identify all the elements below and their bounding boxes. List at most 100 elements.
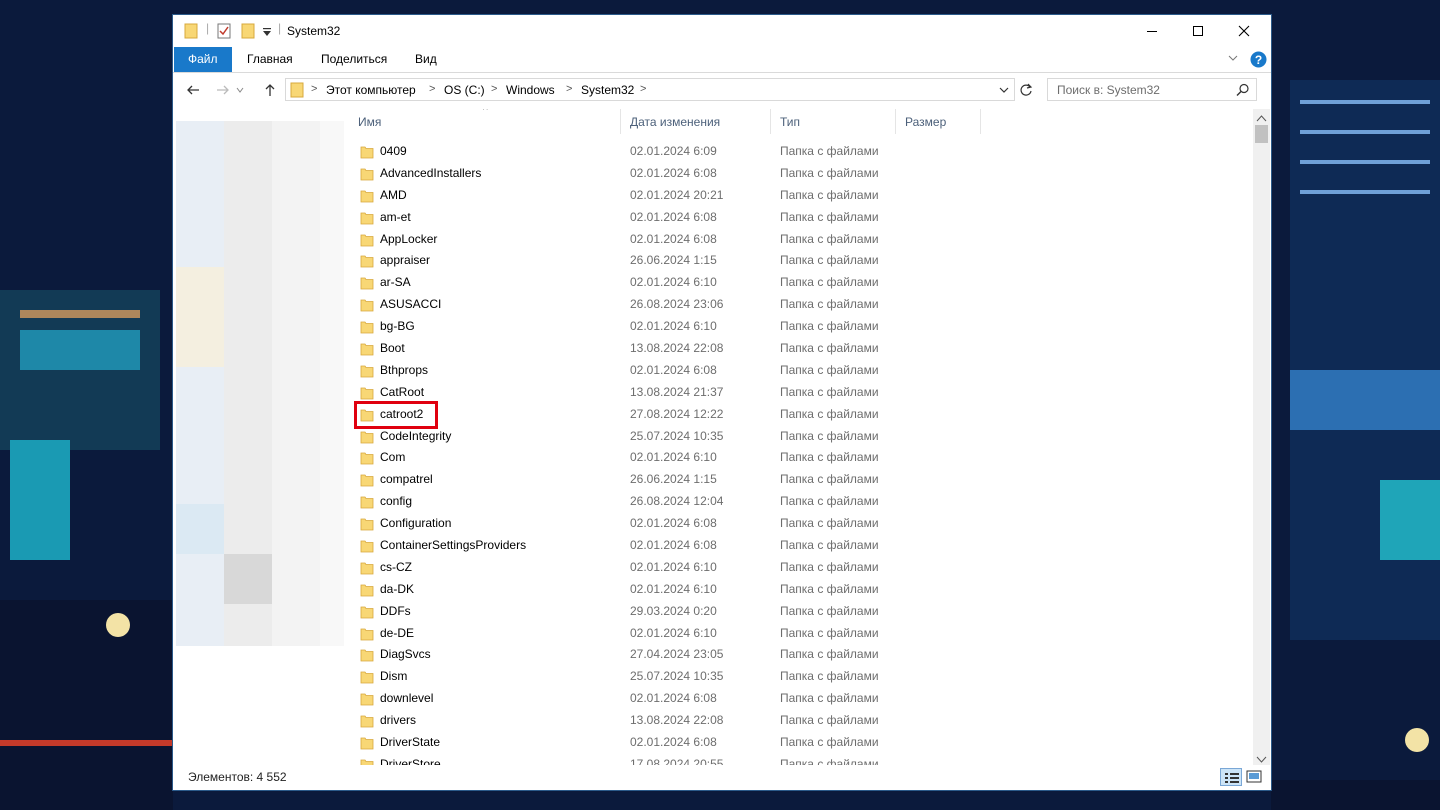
table-row[interactable]: DiagSvcs 27.04.2024 23:05 Папка с файлами bbox=[348, 644, 1253, 666]
breadcrumb-system32[interactable]: System32 bbox=[581, 83, 634, 97]
maximize-button[interactable] bbox=[1175, 15, 1221, 47]
breadcrumb-os-c[interactable]: OS (C:) bbox=[444, 83, 485, 97]
table-row[interactable]: catroot2 27.08.2024 12:22 Папка с файлами bbox=[348, 404, 1253, 426]
breadcrumb-windows[interactable]: Windows bbox=[506, 83, 555, 97]
file-name[interactable]: drivers bbox=[380, 713, 416, 727]
breadcrumb-chevron-icon[interactable]: > bbox=[311, 83, 317, 95]
file-name[interactable]: AdvancedInstallers bbox=[380, 166, 481, 180]
breadcrumb-chevron-icon[interactable]: > bbox=[429, 83, 435, 95]
column-date-modified[interactable]: Дата изменения bbox=[620, 109, 770, 134]
file-name[interactable]: 0409 bbox=[380, 144, 407, 158]
file-name[interactable]: DriverState bbox=[380, 735, 440, 749]
scroll-up-icon[interactable] bbox=[1256, 111, 1267, 125]
file-name[interactable]: CatRoot bbox=[380, 385, 424, 399]
table-row[interactable]: DDFs 29.03.2024 0:20 Папка с файлами bbox=[348, 601, 1253, 623]
table-row[interactable]: compatrel 26.06.2024 1:15 Папка с файлами bbox=[348, 469, 1253, 491]
minimize-button[interactable] bbox=[1129, 15, 1175, 47]
file-name[interactable]: DDFs bbox=[380, 604, 411, 618]
file-name[interactable]: CodeIntegrity bbox=[380, 429, 451, 443]
table-row[interactable]: Dism 25.07.2024 10:35 Папка с файлами bbox=[348, 666, 1253, 688]
breadcrumb-chevron-icon[interactable]: > bbox=[566, 83, 572, 95]
refresh-icon[interactable] bbox=[1019, 83, 1033, 100]
address-dropdown-icon[interactable] bbox=[998, 84, 1010, 99]
scrollbar-thumb[interactable] bbox=[1255, 125, 1268, 143]
file-name[interactable]: am-et bbox=[380, 210, 411, 224]
properties-icon[interactable] bbox=[217, 23, 231, 42]
help-icon[interactable]: ? bbox=[1250, 51, 1267, 71]
table-row[interactable]: bg-BG 02.01.2024 6:10 Папка с файлами bbox=[348, 316, 1253, 338]
file-name[interactable]: cs-CZ bbox=[380, 560, 412, 574]
table-row[interactable]: de-DE 02.01.2024 6:10 Папка с файлами bbox=[348, 623, 1253, 645]
folder-icon bbox=[360, 167, 374, 184]
recent-locations-icon[interactable] bbox=[233, 80, 247, 100]
details-view-button[interactable] bbox=[1220, 768, 1242, 786]
table-row[interactable]: downlevel 02.01.2024 6:08 Папка с файлами bbox=[348, 688, 1253, 710]
file-name[interactable]: Dism bbox=[380, 669, 407, 683]
table-row[interactable]: Com 02.01.2024 6:10 Папка с файлами bbox=[348, 447, 1253, 469]
file-name[interactable]: DiagSvcs bbox=[380, 647, 431, 661]
file-name[interactable]: Com bbox=[380, 450, 405, 464]
file-name[interactable]: Boot bbox=[380, 341, 405, 355]
table-row[interactable]: DriverState 02.01.2024 6:08 Папка с файлам… bbox=[348, 732, 1253, 754]
tab-home[interactable]: Главная bbox=[239, 47, 301, 72]
table-row[interactable]: Boot 13.08.2024 22:08 Папка с файлами bbox=[348, 338, 1253, 360]
table-row[interactable]: 0409 02.01.2024 6:09 Папка с файлами bbox=[348, 141, 1253, 163]
file-name[interactable]: ContainerSettingsProviders bbox=[380, 538, 526, 552]
table-row[interactable]: ASUSACCI 26.08.2024 23:06 Папка с файлами bbox=[348, 294, 1253, 316]
table-row[interactable]: da-DK 02.01.2024 6:10 Папка с файлами bbox=[348, 579, 1253, 601]
forward-button[interactable] bbox=[213, 80, 233, 100]
close-button[interactable] bbox=[1221, 15, 1267, 47]
file-name[interactable]: da-DK bbox=[380, 582, 414, 596]
file-name[interactable]: Configuration bbox=[380, 516, 451, 530]
file-name[interactable]: compatrel bbox=[380, 472, 433, 486]
breadcrumb-chevron-icon[interactable]: > bbox=[491, 83, 497, 95]
up-button[interactable] bbox=[260, 80, 280, 100]
address-bar[interactable]: > Этот компьютер > OS (C:) > Windows > S… bbox=[285, 78, 1015, 101]
folder-icon bbox=[360, 736, 374, 753]
back-button[interactable] bbox=[183, 80, 203, 100]
table-row[interactable]: ar-SA 02.01.2024 6:10 Папка с файлами bbox=[348, 272, 1253, 294]
table-row[interactable]: CatRoot 13.08.2024 21:37 Папка с файлами bbox=[348, 382, 1253, 404]
table-row[interactable]: AdvancedInstallers 02.01.2024 6:08 Папка с… bbox=[348, 163, 1253, 185]
tab-file[interactable]: Файл bbox=[174, 47, 232, 72]
tab-view[interactable]: Вид bbox=[407, 47, 445, 72]
table-row[interactable]: config 26.08.2024 12:04 Папка с файлами bbox=[348, 491, 1253, 513]
table-row[interactable]: DriverStore 17.08.2024 20:55 Папка с файла… bbox=[348, 754, 1253, 765]
table-row[interactable]: AppLocker 02.01.2024 6:08 Папка с файлами bbox=[348, 229, 1253, 251]
file-name[interactable]: DriverStore bbox=[380, 757, 441, 765]
file-name[interactable]: de-DE bbox=[380, 626, 414, 640]
file-name[interactable]: Bthprops bbox=[380, 363, 428, 377]
table-row[interactable]: drivers 13.08.2024 22:08 Папка с файлами bbox=[348, 710, 1253, 732]
file-name[interactable]: ar-SA bbox=[380, 275, 411, 289]
table-row[interactable]: CodeIntegrity 25.07.2024 10:35 Папка с фай… bbox=[348, 426, 1253, 448]
column-name[interactable]: Имя bbox=[348, 109, 620, 134]
table-row[interactable]: am-et 02.01.2024 6:08 Папка с файлами bbox=[348, 207, 1253, 229]
column-size[interactable]: Размер bbox=[895, 109, 980, 134]
file-name[interactable]: downlevel bbox=[380, 691, 433, 705]
table-row[interactable]: Bthprops 02.01.2024 6:08 Папка с файлами bbox=[348, 360, 1253, 382]
expand-ribbon-icon[interactable] bbox=[1227, 52, 1239, 67]
file-name[interactable]: AppLocker bbox=[380, 232, 437, 246]
table-row[interactable]: cs-CZ 02.01.2024 6:10 Папка с файлами bbox=[348, 557, 1253, 579]
customize-toolbar-icon[interactable] bbox=[262, 26, 272, 40]
column-type[interactable]: Тип bbox=[770, 109, 895, 134]
search-icon[interactable] bbox=[1236, 83, 1250, 100]
search-input[interactable]: Поиск в: System32 bbox=[1047, 78, 1257, 101]
table-row[interactable]: appraiser 26.06.2024 1:15 Папка с файлами bbox=[348, 250, 1253, 272]
table-row[interactable]: AMD 02.01.2024 20:21 Папка с файлами bbox=[348, 185, 1253, 207]
breadcrumb-chevron-icon[interactable]: > bbox=[640, 83, 646, 95]
file-name[interactable]: ASUSACCI bbox=[380, 297, 441, 311]
file-name[interactable]: bg-BG bbox=[380, 319, 415, 333]
file-name[interactable]: appraiser bbox=[380, 253, 430, 267]
vertical-scrollbar[interactable] bbox=[1253, 109, 1270, 765]
table-row[interactable]: Configuration 02.01.2024 6:08 Папка с файл… bbox=[348, 513, 1253, 535]
file-name[interactable]: config bbox=[380, 494, 412, 508]
tab-share[interactable]: Поделиться bbox=[313, 47, 395, 72]
new-folder-icon[interactable] bbox=[241, 23, 255, 42]
large-icons-view-button[interactable] bbox=[1246, 769, 1262, 788]
table-row[interactable]: ContainerSettingsProviders 02.01.2024 6:0… bbox=[348, 535, 1253, 557]
scroll-down-icon[interactable] bbox=[1256, 753, 1267, 767]
breadcrumb-this-pc[interactable]: Этот компьютер bbox=[326, 83, 416, 97]
file-name[interactable]: AMD bbox=[380, 188, 407, 202]
file-type: Папка с файлами bbox=[780, 538, 879, 553]
